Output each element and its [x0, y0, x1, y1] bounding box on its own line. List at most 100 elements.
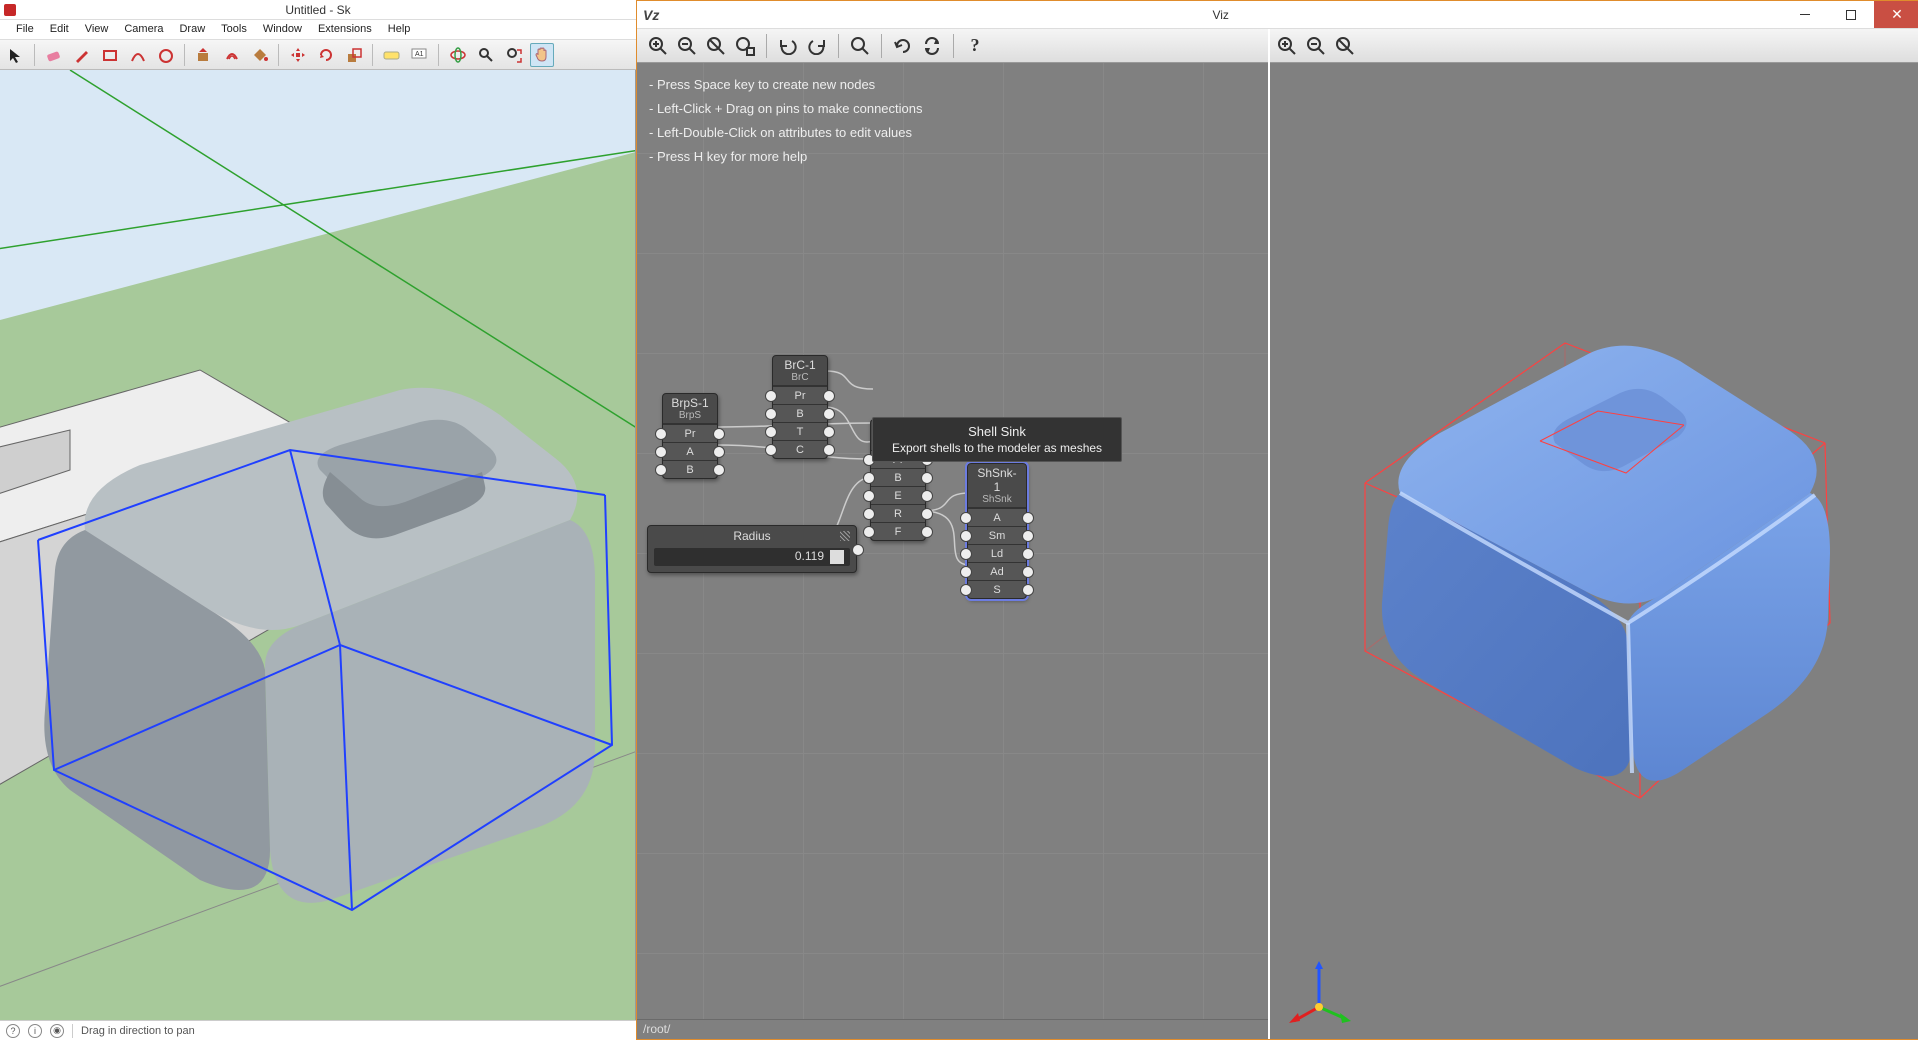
- rectangle-tool[interactable]: [98, 43, 122, 67]
- zoom-fit-button[interactable]: [732, 33, 758, 59]
- zoom-in-button[interactable]: [645, 33, 671, 59]
- eraser-tool[interactable]: [42, 43, 66, 67]
- axis-gizmo[interactable]: [1284, 955, 1354, 1025]
- attr-sm[interactable]: Sm: [968, 526, 1026, 544]
- attr-b[interactable]: B: [871, 468, 925, 486]
- menu-extensions[interactable]: Extensions: [310, 20, 380, 39]
- move-tool[interactable]: [286, 43, 310, 67]
- person-icon[interactable]: ◉: [50, 1024, 64, 1038]
- status-text: Drag in direction to pan: [81, 1025, 195, 1037]
- sketchup-title: Untitled - Sk: [285, 3, 350, 17]
- attr-a[interactable]: A: [968, 508, 1026, 526]
- attr-f[interactable]: F: [871, 522, 925, 540]
- menu-camera[interactable]: Camera: [116, 20, 171, 39]
- node-brc[interactable]: BrC-1 BrC Pr B T C: [772, 355, 828, 459]
- node-brps[interactable]: BrpS-1 BrpS Pr A B: [662, 393, 718, 479]
- preview-zoom-out-button[interactable]: [1303, 33, 1329, 59]
- redo-button[interactable]: [804, 33, 830, 59]
- sketchup-app-icon: [4, 4, 16, 16]
- attr-c[interactable]: C: [773, 440, 827, 458]
- menu-help[interactable]: Help: [380, 20, 419, 39]
- attr-a[interactable]: A: [663, 442, 717, 460]
- sketchup-viewport[interactable]: [0, 70, 636, 1020]
- preview-pane: [1268, 29, 1918, 1039]
- hint-line: - Left-Double-Click on attributes to edi…: [649, 121, 923, 145]
- preview-toolbar: [1270, 29, 1918, 63]
- viz-app-icon: Vz: [643, 7, 659, 23]
- tooltip-title: Shell Sink: [885, 424, 1109, 439]
- node-toolbar: ?: [637, 29, 1268, 63]
- window-maximize-button[interactable]: [1828, 1, 1874, 28]
- viz-window: Vz Viz ✕: [636, 0, 1918, 1040]
- node-title: ShSnk-1: [968, 464, 1026, 494]
- refresh-button[interactable]: [890, 33, 916, 59]
- node-canvas[interactable]: - Press Space key to create new nodes - …: [637, 63, 1268, 1019]
- viz-title: Viz: [659, 8, 1782, 22]
- attr-ld[interactable]: Ld: [968, 544, 1026, 562]
- tape-tool[interactable]: [380, 43, 404, 67]
- slider-thumb[interactable]: [830, 550, 844, 564]
- node-type: BrpS: [663, 410, 717, 424]
- svg-text:A1: A1: [415, 51, 424, 58]
- pushpull-tool[interactable]: [192, 43, 216, 67]
- attr-pr[interactable]: Pr: [663, 424, 717, 442]
- node-title: BrC-1: [773, 356, 827, 372]
- orbit-tool[interactable]: [446, 43, 470, 67]
- undo-button[interactable]: [775, 33, 801, 59]
- zoom-reset-button[interactable]: [703, 33, 729, 59]
- sketchup-window: Untitled - Sk File Edit View Camera Draw…: [0, 0, 636, 1040]
- menu-file[interactable]: File: [8, 20, 42, 39]
- window-close-button[interactable]: ✕: [1874, 1, 1918, 28]
- node-path[interactable]: /root/: [637, 1019, 1268, 1039]
- attr-ad[interactable]: Ad: [968, 562, 1026, 580]
- hints: - Press Space key to create new nodes - …: [649, 73, 923, 169]
- slider-track[interactable]: 0.119: [654, 548, 850, 566]
- attr-t[interactable]: T: [773, 422, 827, 440]
- auto-refresh-button[interactable]: [919, 33, 945, 59]
- help-button[interactable]: ?: [962, 33, 988, 59]
- preview-zoom-in-button[interactable]: [1274, 33, 1300, 59]
- zoomext-tool[interactable]: [502, 43, 526, 67]
- attr-e[interactable]: E: [871, 486, 925, 504]
- attr-b[interactable]: B: [773, 404, 827, 422]
- circle-tool[interactable]: [154, 43, 178, 67]
- preview-viewport[interactable]: [1270, 63, 1918, 1039]
- select-tool[interactable]: [4, 43, 28, 67]
- menu-draw[interactable]: Draw: [171, 20, 213, 39]
- attr-pr[interactable]: Pr: [773, 386, 827, 404]
- hint-line: - Left-Click + Drag on pins to make conn…: [649, 97, 923, 121]
- grip-icon[interactable]: [840, 531, 850, 541]
- tooltip: Shell Sink Export shells to the modeler …: [872, 417, 1122, 462]
- pan-tool[interactable]: [530, 43, 554, 67]
- hint-line: - Press H key for more help: [649, 145, 923, 169]
- offset-tool[interactable]: [220, 43, 244, 67]
- window-minimize-button[interactable]: [1782, 1, 1828, 28]
- text-tool[interactable]: A1: [408, 43, 432, 67]
- zoom-out-button[interactable]: [674, 33, 700, 59]
- menu-tools[interactable]: Tools: [213, 20, 255, 39]
- slider-label: Radius: [733, 529, 770, 543]
- search-button[interactable]: [847, 33, 873, 59]
- pencil-tool[interactable]: [70, 43, 94, 67]
- arc-tool[interactable]: [126, 43, 150, 67]
- slider-output-pin[interactable]: [852, 544, 864, 556]
- scale-tool[interactable]: [342, 43, 366, 67]
- statusbar: ? i ◉ Drag in direction to pan: [0, 1020, 636, 1040]
- zoom-tool[interactable]: [474, 43, 498, 67]
- viz-titlebar[interactable]: Vz Viz ✕: [637, 1, 1918, 29]
- menu-view[interactable]: View: [77, 20, 117, 39]
- preview-zoom-reset-button[interactable]: [1332, 33, 1358, 59]
- node-shsnk[interactable]: ShSnk-1 ShSnk A Sm Ld Ad S: [967, 463, 1027, 599]
- node-radius-slider[interactable]: Radius 0.119: [647, 525, 857, 573]
- menu-window[interactable]: Window: [255, 20, 310, 39]
- attr-r[interactable]: R: [871, 504, 925, 522]
- menu-edit[interactable]: Edit: [42, 20, 77, 39]
- menubar: File Edit View Camera Draw Tools Window …: [0, 20, 636, 40]
- paintbucket-tool[interactable]: [248, 43, 272, 67]
- tooltip-desc: Export shells to the modeler as meshes: [885, 441, 1109, 455]
- attr-s[interactable]: S: [968, 580, 1026, 598]
- rotate-tool[interactable]: [314, 43, 338, 67]
- help-icon[interactable]: i: [28, 1024, 42, 1038]
- attr-b[interactable]: B: [663, 460, 717, 478]
- info-icon[interactable]: ?: [6, 1024, 20, 1038]
